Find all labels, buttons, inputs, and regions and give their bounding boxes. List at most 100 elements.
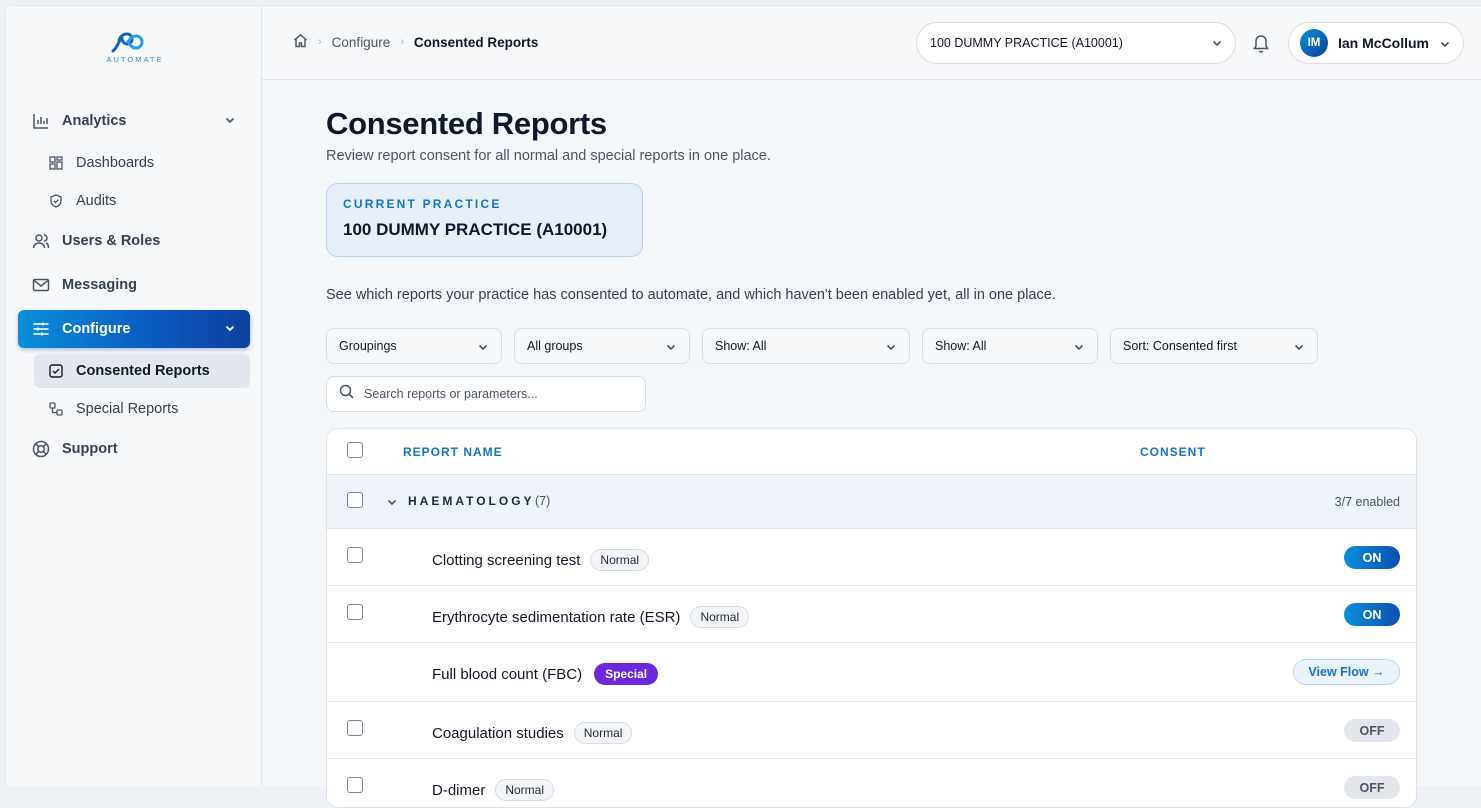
breadcrumb: › Configure › Consented Reports bbox=[293, 33, 538, 51]
bell-icon[interactable] bbox=[1252, 33, 1270, 58]
column-report-name[interactable]: REPORT NAME bbox=[403, 445, 503, 459]
mail-icon bbox=[32, 276, 50, 294]
grid-icon bbox=[48, 155, 64, 171]
page-subtitle: Review report consent for all normal and… bbox=[326, 148, 771, 164]
consent-toggle[interactable]: OFF bbox=[1344, 719, 1400, 742]
sidebar-nav: Analytics Dashboards Audits Users & Role… bbox=[18, 102, 250, 474]
practice-select[interactable]: 100 DUMMY PRACTICE (A10001) bbox=[916, 22, 1236, 64]
user-menu[interactable]: IM Ian McCollum bbox=[1288, 22, 1464, 64]
type-badge: Normal bbox=[590, 549, 650, 571]
row-checkbox[interactable] bbox=[347, 777, 363, 793]
sidebar-item-dashboards[interactable]: Dashboards bbox=[34, 146, 250, 180]
consent-toggle[interactable]: ON bbox=[1344, 546, 1400, 569]
sidebar-item-label: Messaging bbox=[62, 277, 137, 293]
table-header: REPORT NAME CONSENT bbox=[327, 429, 1416, 475]
show-consent-filter[interactable]: Show: All bbox=[922, 328, 1098, 364]
user-name: Ian McCollum bbox=[1338, 35, 1430, 51]
app-window: AUTOMATE Analytics Dashboards Audits Use… bbox=[5, 5, 1481, 808]
group-checkbox[interactable] bbox=[347, 492, 363, 508]
table-row: Erythrocyte sedimentation rate (ESR) Nor… bbox=[327, 586, 1416, 643]
group-filter[interactable]: All groups bbox=[514, 328, 690, 364]
select-all-checkbox[interactable] bbox=[347, 442, 363, 458]
current-practice-value: 100 DUMMY PRACTICE (A10001) bbox=[343, 220, 608, 239]
row-checkbox[interactable] bbox=[347, 720, 363, 736]
report-name-text: Erythrocyte sedimentation rate (ESR) bbox=[432, 608, 681, 626]
consent-toggle[interactable]: ON bbox=[1344, 603, 1400, 626]
sidebar-item-special-reports[interactable]: Special Reports bbox=[34, 392, 250, 426]
logo[interactable]: AUTOMATE bbox=[102, 30, 168, 68]
sidebar-item-support[interactable]: Support bbox=[18, 430, 250, 468]
sidebar-item-label: Consented Reports bbox=[76, 363, 210, 379]
checkbox-icon bbox=[48, 363, 64, 379]
sidebar-item-messaging[interactable]: Messaging bbox=[18, 266, 250, 304]
main-area: › Configure › Consented Reports 100 DUMM… bbox=[262, 6, 1481, 808]
filter-label: All groups bbox=[527, 339, 583, 353]
filter-label: Sort: Consented first bbox=[1123, 339, 1237, 353]
consent-toggle[interactable]: OFF bbox=[1344, 776, 1400, 799]
view-flow-button[interactable]: View Flow → bbox=[1293, 659, 1400, 685]
chevron-down-icon bbox=[1211, 37, 1223, 52]
type-badge: Normal bbox=[573, 722, 633, 744]
table-row: Coagulation studies Normal OFF bbox=[327, 702, 1416, 759]
row-checkbox[interactable] bbox=[347, 604, 363, 620]
report-name-text: Clotting screening test bbox=[432, 551, 581, 569]
sidebar-item-label: Audits bbox=[76, 193, 117, 209]
chevron-down-icon bbox=[224, 114, 236, 130]
chevron-down-icon[interactable] bbox=[386, 495, 398, 513]
home-icon[interactable] bbox=[293, 33, 308, 51]
sidebar-item-label: Analytics bbox=[62, 113, 127, 129]
sidebar-item-analytics[interactable]: Analytics bbox=[18, 102, 250, 140]
users-icon bbox=[32, 232, 50, 250]
sidebar-item-audits[interactable]: Audits bbox=[34, 184, 250, 218]
chevron-down-icon bbox=[477, 341, 489, 356]
report-name-text: Full blood count (FBC) bbox=[432, 665, 583, 683]
sidebar-item-label: Special Reports bbox=[76, 401, 179, 417]
type-badge: Normal bbox=[690, 606, 750, 628]
current-practice-label: CURRENT PRACTICE bbox=[343, 197, 502, 211]
current-practice-card: CURRENT PRACTICE 100 DUMMY PRACTICE (A10… bbox=[326, 183, 643, 257]
filter-label: Show: All bbox=[935, 339, 987, 353]
breadcrumb-current: Consented Reports bbox=[413, 34, 539, 50]
page-description: See which reports your practice has cons… bbox=[326, 287, 1056, 303]
row-checkbox[interactable] bbox=[347, 547, 363, 563]
type-badge: Normal bbox=[495, 779, 555, 801]
show-type-filter[interactable]: Show: All bbox=[702, 328, 910, 364]
sidebar-item-consented-reports[interactable]: Consented Reports bbox=[34, 354, 250, 388]
logo-text: AUTOMATE bbox=[106, 55, 164, 64]
sidebar-item-label: Dashboards bbox=[76, 155, 155, 171]
group-row-haematology[interactable]: HAEMATOLOGY (7) 3/7 enabled bbox=[327, 475, 1416, 529]
type-badge: Special bbox=[594, 663, 659, 685]
filter-label: Show: All bbox=[715, 339, 767, 353]
search-icon bbox=[339, 384, 354, 404]
table-row: Clotting screening test Normal ON bbox=[327, 529, 1416, 586]
bar-chart-icon bbox=[32, 112, 50, 130]
report-name: Clotting screening test Normal bbox=[432, 549, 650, 571]
report-name: D-dimer Normal bbox=[432, 779, 555, 801]
column-consent[interactable]: CONSENT bbox=[1140, 445, 1206, 459]
avatar: IM bbox=[1300, 29, 1328, 57]
group-count: (7) bbox=[535, 494, 551, 508]
chevron-down-icon bbox=[665, 341, 677, 356]
page-title: Consented Reports bbox=[326, 106, 607, 141]
sidebar: AUTOMATE Analytics Dashboards Audits Use… bbox=[6, 6, 262, 786]
group-enabled-count: 3/7 enabled bbox=[1334, 495, 1400, 509]
sort-filter[interactable]: Sort: Consented first bbox=[1110, 328, 1318, 364]
sidebar-item-configure[interactable]: Configure bbox=[18, 310, 250, 348]
table-row: D-dimer Normal OFF bbox=[327, 759, 1416, 807]
shield-icon bbox=[48, 193, 64, 209]
groupings-filter[interactable]: Groupings bbox=[326, 328, 502, 364]
flow-icon bbox=[48, 401, 64, 417]
chevron-down-icon bbox=[1439, 37, 1451, 53]
table-row: Full blood count (FBC) Special View Flow… bbox=[327, 643, 1416, 702]
practice-select-value: 100 DUMMY PRACTICE (A10001) bbox=[930, 36, 1123, 50]
breadcrumb-configure[interactable]: Configure bbox=[332, 35, 391, 50]
chevron-down-icon bbox=[885, 341, 897, 356]
report-name-text: D-dimer bbox=[432, 781, 486, 799]
report-name-text: Coagulation studies bbox=[432, 724, 564, 742]
chevron-right-icon: › bbox=[400, 36, 404, 48]
search-box[interactable] bbox=[326, 376, 646, 412]
sidebar-item-users-roles[interactable]: Users & Roles bbox=[18, 222, 250, 260]
chevron-down-icon bbox=[224, 322, 236, 338]
group-name: HAEMATOLOGY bbox=[408, 494, 535, 508]
search-input[interactable] bbox=[364, 387, 624, 401]
